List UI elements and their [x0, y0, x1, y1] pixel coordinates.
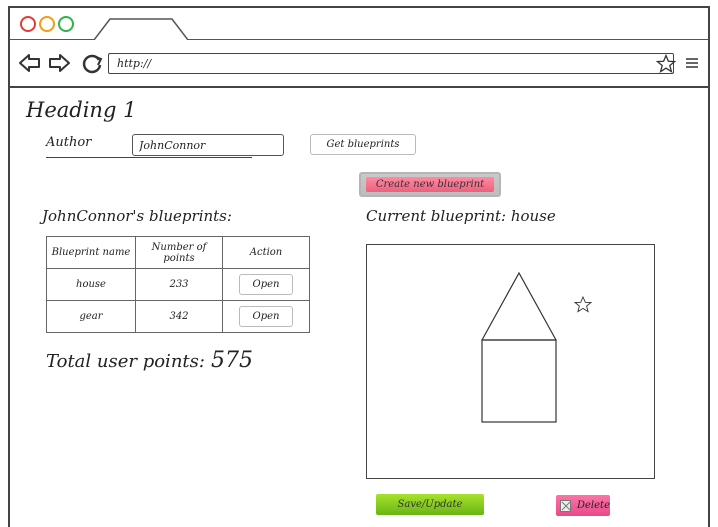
author-label: Author — [46, 135, 92, 150]
delete-button[interactable]: Delete — [556, 495, 610, 516]
blueprint-name-cell: house — [46, 268, 136, 301]
address-bar[interactable]: http:// — [108, 53, 674, 74]
column-header-name: Blueprint name — [46, 236, 136, 269]
reload-icon[interactable] — [80, 52, 104, 74]
title-bar — [10, 8, 708, 40]
get-blueprints-button[interactable]: Get blueprints — [310, 134, 416, 155]
total-points: Total user points: 575 — [46, 348, 253, 373]
page-content: Heading 1 Author Get blueprints Create n… — [10, 90, 708, 527]
create-blueprint-button[interactable]: Create new blueprint — [359, 172, 501, 197]
house-drawing — [481, 271, 593, 423]
maximize-window-button[interactable] — [58, 16, 74, 32]
table-row: gear 342 Open — [46, 300, 310, 333]
browser-tab[interactable] — [94, 18, 188, 40]
blueprints-title: JohnConnor's blueprints: — [42, 207, 232, 225]
author-input[interactable] — [132, 134, 284, 156]
delete-icon — [560, 499, 571, 512]
blueprint-name-cell: gear — [46, 300, 136, 333]
blueprint-points-cell: 233 — [135, 268, 223, 301]
total-points-value: 575 — [210, 348, 253, 373]
star-shape — [573, 295, 593, 313]
total-points-label: Total user points: — [46, 351, 205, 372]
forward-arrow-icon[interactable] — [47, 52, 71, 74]
browser-toolbar: http:// — [10, 40, 708, 88]
blueprint-action-cell: Open — [222, 268, 310, 301]
bookmark-star-icon[interactable] — [656, 54, 676, 74]
delete-label: Delete — [577, 500, 610, 511]
open-gear-button[interactable]: Open — [239, 306, 293, 327]
open-house-button[interactable]: Open — [239, 274, 293, 295]
url-text[interactable]: http:// — [117, 57, 151, 70]
author-underline — [46, 157, 252, 158]
current-blueprint-title: Current blueprint: house — [366, 207, 556, 225]
save-update-button[interactable]: Save/Update — [376, 494, 484, 515]
minimize-window-button[interactable] — [39, 16, 55, 32]
create-blueprint-label: Create new blueprint — [366, 177, 494, 192]
hamburger-menu-icon[interactable] — [685, 57, 699, 69]
back-arrow-icon[interactable] — [18, 52, 42, 74]
page-heading: Heading 1 — [26, 98, 137, 122]
blueprint-action-cell: Open — [222, 300, 310, 333]
close-window-button[interactable] — [20, 16, 36, 32]
blueprints-table: Blueprint name Number of points Action h… — [46, 236, 310, 333]
column-header-action: Action — [222, 236, 310, 269]
table-row: house 233 Open — [46, 268, 310, 301]
blueprint-points-cell: 342 — [135, 300, 223, 333]
browser-window: http:// Heading 1 Author Get blueprints … — [8, 6, 710, 527]
blueprint-canvas[interactable] — [366, 244, 655, 479]
column-header-points: Number of points — [135, 236, 223, 269]
table-header-row: Blueprint name Number of points Action — [46, 236, 310, 269]
